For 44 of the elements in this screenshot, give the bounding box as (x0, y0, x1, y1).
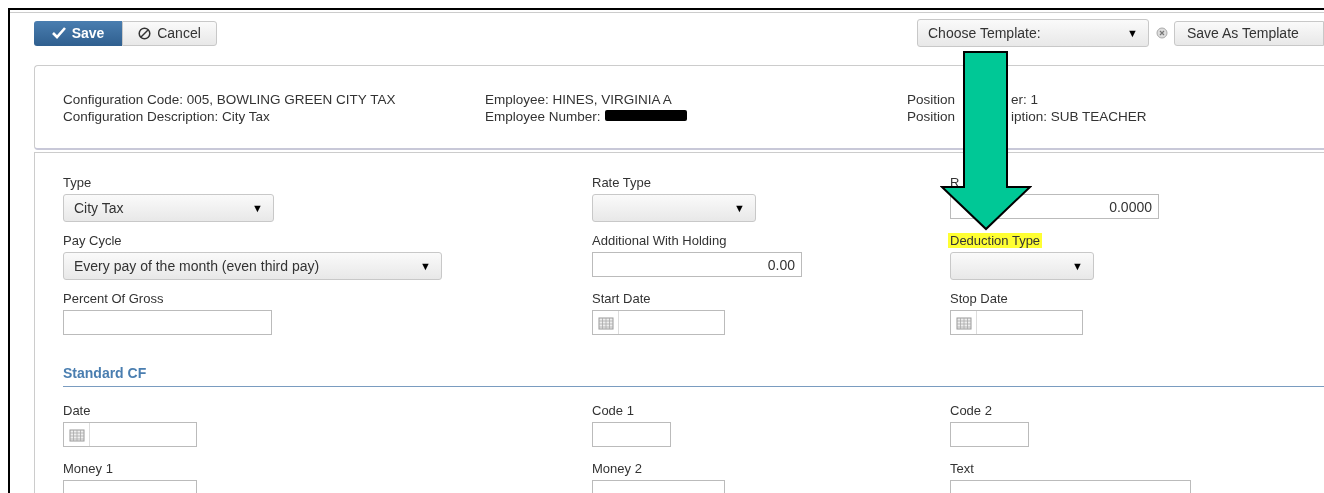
input-field[interactable] (592, 422, 671, 447)
clear-icon[interactable] (1156, 27, 1168, 39)
date-field[interactable] (63, 422, 197, 447)
template-dropdown[interactable]: Choose Template: ▼ (917, 19, 1149, 47)
save-as-template-button[interactable]: Save As Template (1174, 20, 1324, 46)
date-field[interactable] (592, 310, 725, 335)
info-text: iption: SUB TEACHER (1011, 108, 1147, 124)
dropdown[interactable]: Every pay of the month (even third pay) ▼ (63, 252, 442, 280)
field-label: Type (63, 175, 92, 190)
info-text: Employee Number: (485, 108, 601, 124)
field-label: Money 1 (63, 461, 113, 476)
field-label: Percent Of Gross (63, 291, 164, 306)
dropdown[interactable]: ▼ (592, 194, 756, 222)
field-label: Start Date (592, 291, 651, 306)
field-label: Code 2 (950, 403, 992, 418)
date-field[interactable] (950, 310, 1083, 335)
save-button[interactable]: Save (34, 20, 122, 46)
dropdown[interactable]: ▼ (950, 252, 1094, 280)
field-label: Additional With Holding (592, 233, 727, 248)
info-text: Position (907, 108, 956, 124)
info-text: Configuration Description: City Tax (63, 108, 270, 124)
field-label: Pay Cycle (63, 233, 122, 248)
info-text: Employee: HINES, VIRGINIA A (485, 91, 672, 107)
input-field[interactable] (950, 422, 1029, 447)
info-text: Position (907, 91, 956, 107)
info-text: Configuration Code: 005, BOWLING GREEN CITY TAX (63, 91, 396, 107)
field-label: Deduction Type (948, 233, 1043, 248)
checkmark-icon (51, 27, 66, 39)
info-text: er: 1 (1011, 91, 1038, 107)
field-label: Money 2 (592, 461, 642, 476)
field-label: Code 1 (592, 403, 634, 418)
section-title: Standard CF (63, 365, 147, 381)
input-field[interactable] (63, 310, 272, 335)
cancel-icon (138, 26, 152, 40)
field-label: Text (950, 461, 974, 476)
calendar-icon (68, 427, 85, 442)
cancel-button[interactable]: Cancel (122, 20, 217, 46)
calendar-icon (597, 315, 614, 330)
calendar-icon (955, 315, 972, 330)
field-label: Rate Type (592, 175, 652, 190)
field-label: Stop Date (950, 291, 1008, 306)
dropdown[interactable]: City Tax ▼ (63, 194, 274, 222)
input-field[interactable]: 0.00 (592, 252, 802, 277)
field-label: Date (63, 403, 91, 418)
